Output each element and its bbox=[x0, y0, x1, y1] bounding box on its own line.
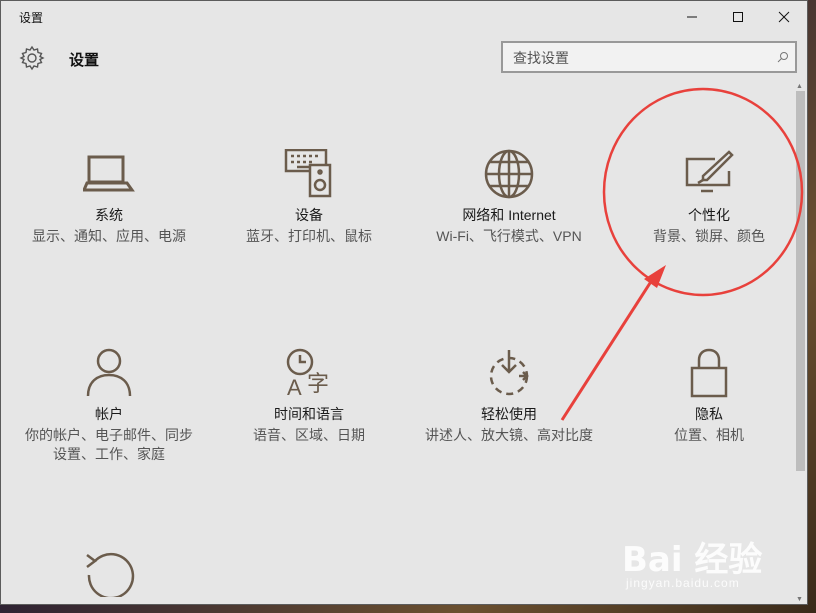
tile-devices[interactable]: 设备 蓝牙、打印机、鼠标 bbox=[209, 149, 409, 319]
search-icon[interactable] bbox=[777, 51, 789, 63]
svg-text:A: A bbox=[287, 375, 302, 398]
settings-window: 设置 设置 查找设置 系统 显示、通知、应用、电源 设备 蓝牙、打印机、鼠标 网… bbox=[0, 0, 808, 605]
close-button[interactable] bbox=[761, 1, 807, 33]
settings-header: 设置 bbox=[1, 35, 807, 81]
tile-ease-of-access[interactable]: 轻松使用 讲述人、放大镜、高对比度 bbox=[409, 348, 609, 518]
tile-name: 网络和 Internet bbox=[462, 207, 556, 223]
tile-name: 帐户 bbox=[95, 406, 123, 422]
globe-icon bbox=[484, 149, 534, 199]
tile-name: 设备 bbox=[295, 207, 323, 223]
tile-description: 位置、相机 bbox=[674, 427, 744, 443]
ease-of-access-icon bbox=[489, 350, 529, 396]
scroll-up-icon[interactable]: ▲ bbox=[796, 83, 803, 90]
page-title: 设置 bbox=[69, 52, 100, 69]
lock-icon bbox=[690, 348, 728, 398]
svg-text:字: 字 bbox=[307, 372, 329, 397]
minimize-button[interactable] bbox=[669, 1, 715, 33]
scroll-down-icon[interactable]: ▼ bbox=[796, 596, 803, 603]
search-box[interactable] bbox=[501, 41, 797, 73]
tile-description: 讲述人、放大镜、高对比度 bbox=[425, 427, 593, 443]
close-icon bbox=[778, 11, 790, 23]
maximize-icon bbox=[733, 12, 743, 22]
tile-name: 隐私 bbox=[695, 406, 723, 422]
tile-time-language[interactable]: A 字 时间和语言 语音、区域、日期 bbox=[209, 348, 409, 518]
tile-network[interactable]: 网络和 Internet Wi-Fi、飞行模式、VPN bbox=[409, 149, 609, 319]
tile-privacy[interactable]: 隐私 位置、相机 bbox=[609, 348, 809, 518]
personalization-icon bbox=[685, 150, 734, 193]
tile-accounts[interactable]: 帐户 你的帐户、电子邮件、同步设置、工作、家庭 bbox=[9, 348, 209, 518]
tile-update-security[interactable] bbox=[9, 547, 209, 603]
tile-name: 系统 bbox=[95, 207, 123, 223]
search-input[interactable] bbox=[511, 47, 765, 69]
minimize-icon bbox=[687, 16, 697, 18]
tile-system[interactable]: 系统 显示、通知、应用、电源 bbox=[9, 149, 209, 319]
tile-name: 个性化 bbox=[688, 207, 730, 223]
devices-icon bbox=[284, 149, 332, 198]
vertical-scrollbar[interactable]: ▲ ▼ bbox=[794, 83, 806, 603]
person-icon bbox=[86, 348, 132, 397]
laptop-icon bbox=[83, 155, 135, 192]
title-bar: 设置 bbox=[1, 1, 807, 33]
tile-description: Wi-Fi、飞行模式、VPN bbox=[436, 228, 582, 244]
gear-icon bbox=[19, 45, 45, 71]
update-icon bbox=[86, 552, 135, 597]
tile-description: 蓝牙、打印机、鼠标 bbox=[246, 228, 372, 244]
scroll-thumb[interactable] bbox=[796, 91, 805, 471]
tile-description: 语音、区域、日期 bbox=[253, 427, 365, 443]
tile-description: 显示、通知、应用、电源 bbox=[32, 228, 186, 244]
window-title: 设置 bbox=[19, 11, 44, 25]
tile-name: 时间和语言 bbox=[274, 406, 344, 422]
maximize-button[interactable] bbox=[715, 1, 761, 33]
tile-personalization[interactable]: 个性化 背景、锁屏、颜色 bbox=[609, 149, 809, 319]
time-language-icon: A 字 bbox=[286, 348, 329, 398]
tile-description: 背景、锁屏、颜色 bbox=[653, 228, 765, 244]
tile-name: 轻松使用 bbox=[481, 406, 537, 422]
tile-description: 你的帐户、电子邮件、同步设置、工作、家庭 bbox=[25, 427, 193, 462]
